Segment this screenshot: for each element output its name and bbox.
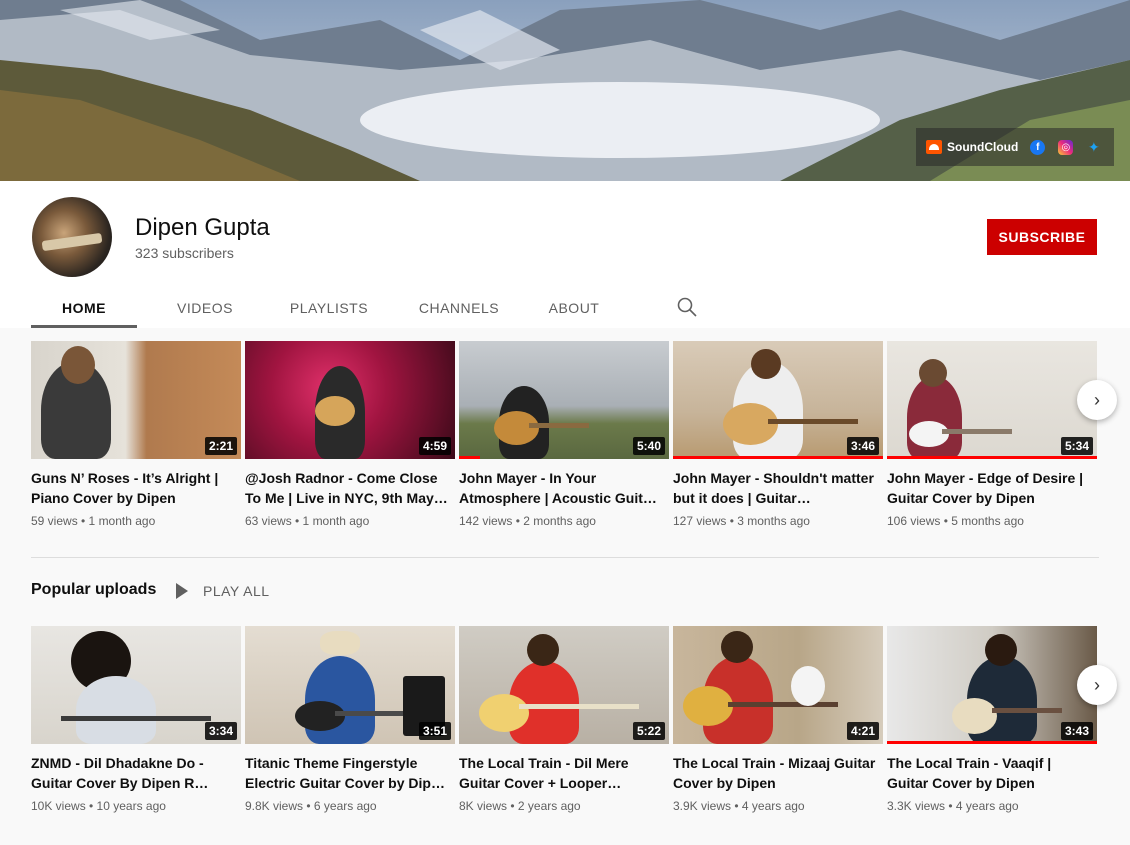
video-title[interactable]: The Local Train - Dil Mere Guitar Cover … — [459, 753, 669, 793]
play-icon — [176, 583, 188, 599]
tab-about[interactable]: ABOUT — [534, 287, 614, 328]
shelf-next-button[interactable]: › — [1077, 380, 1117, 420]
video-duration: 5:34 — [1060, 437, 1093, 455]
subscribe-button[interactable]: SUBSCRIBE — [987, 219, 1097, 255]
facebook-icon[interactable]: f — [1030, 139, 1046, 155]
chevron-right-icon: › — [1094, 674, 1100, 695]
video-meta: 142 views • 2 months ago — [459, 514, 596, 528]
subscriber-count: 323 subscribers — [135, 245, 234, 261]
play-all-button[interactable]: PLAY ALL — [176, 583, 270, 599]
video-title[interactable]: The Local Train - Vaaqif | Guitar Cover … — [887, 753, 1097, 793]
video-thumbnail[interactable]: 5:22 — [459, 626, 669, 744]
video-meta: 3.3K views • 4 years ago — [887, 799, 1019, 813]
video-meta: 8K views • 2 years ago — [459, 799, 581, 813]
video-duration: 3:51 — [418, 722, 451, 740]
chevron-right-icon: › — [1094, 389, 1100, 410]
video-meta: 127 views • 3 months ago — [673, 514, 810, 528]
tab-videos[interactable]: VIDEOS — [149, 287, 261, 328]
tab-home[interactable]: HOME — [31, 287, 137, 328]
video-meta: 63 views • 1 month ago — [245, 514, 370, 528]
video-duration: 5:40 — [632, 437, 665, 455]
video-thumbnail[interactable]: 3:34 — [31, 626, 241, 744]
uploads-shelf: 2:21 Guns N’ Roses - It’s Alright | Pian… — [31, 341, 1099, 528]
home-content: 2:21 Guns N’ Roses - It’s Alright | Pian… — [0, 328, 1130, 845]
video-duration: 3:34 — [204, 722, 237, 740]
watch-progress — [887, 456, 1097, 459]
video-card[interactable]: 5:34 John Mayer - Edge of Desire | Guita… — [887, 341, 1097, 528]
video-title[interactable]: John Mayer - In Your Atmosphere | Acoust… — [459, 468, 669, 508]
popular-uploads-shelf: 3:34 ZNMD - Dil Dhadakne Do - Guitar Cov… — [31, 626, 1099, 813]
tab-playlists[interactable]: PLAYLISTS — [278, 287, 380, 328]
video-meta: 59 views • 1 month ago — [31, 514, 156, 528]
video-meta: 3.9K views • 4 years ago — [673, 799, 805, 813]
video-thumbnail[interactable]: 4:21 — [673, 626, 883, 744]
video-duration: 2:21 — [204, 437, 237, 455]
watch-progress — [673, 456, 883, 459]
watch-progress — [459, 456, 480, 459]
video-thumbnail[interactable]: 3:51 — [245, 626, 455, 744]
channel-banner: SoundCloud f ◎ ✦ — [0, 0, 1130, 181]
play-all-label: PLAY ALL — [203, 583, 270, 599]
video-duration: 4:59 — [418, 437, 451, 455]
channel-name: Dipen Gupta — [135, 214, 270, 241]
tab-channels[interactable]: CHANNELS — [404, 287, 514, 328]
video-card[interactable]: 3:34 ZNMD - Dil Dhadakne Do - Guitar Cov… — [31, 626, 241, 813]
video-thumbnail[interactable]: 3:43 — [887, 626, 1097, 744]
video-card[interactable]: 4:21 The Local Train - Mizaaj Guitar Cov… — [673, 626, 883, 813]
soundcloud-icon[interactable] — [926, 140, 942, 154]
video-meta: 9.8K views • 6 years ago — [245, 799, 377, 813]
watch-progress — [887, 741, 1097, 744]
channel-tabs: HOME VIDEOS PLAYLISTS CHANNELS ABOUT — [31, 287, 614, 328]
banner-links: SoundCloud f ◎ ✦ — [916, 128, 1114, 166]
video-duration: 3:43 — [1060, 722, 1093, 740]
video-card[interactable]: 4:59 @Josh Radnor - Come Close To Me | L… — [245, 341, 455, 528]
instagram-icon[interactable]: ◎ — [1058, 139, 1074, 155]
search-icon[interactable] — [676, 296, 698, 318]
shelf-title: Popular uploads — [31, 581, 157, 598]
video-title[interactable]: John Mayer - Edge of Desire | Guitar Cov… — [887, 468, 1097, 508]
channel-header: Dipen Gupta 323 subscribers SUBSCRIBE HO… — [0, 181, 1130, 328]
video-title[interactable]: The Local Train - Mizaaj Guitar Cover by… — [673, 753, 883, 793]
video-card[interactable]: 2:21 Guns N’ Roses - It’s Alright | Pian… — [31, 341, 241, 528]
video-title[interactable]: ZNMD - Dil Dhadakne Do - Guitar Cover By… — [31, 753, 241, 793]
video-card[interactable]: 3:43 The Local Train - Vaaqif | Guitar C… — [887, 626, 1097, 813]
twitter-icon[interactable]: ✦ — [1086, 139, 1101, 155]
video-card[interactable]: 5:22 The Local Train - Dil Mere Guitar C… — [459, 626, 669, 813]
shelf-next-button[interactable]: › — [1077, 665, 1117, 705]
video-card[interactable]: 5:40 John Mayer - In Your Atmosphere | A… — [459, 341, 669, 528]
video-meta: 10K views • 10 years ago — [31, 799, 166, 813]
avatar[interactable] — [32, 197, 112, 277]
soundcloud-link[interactable]: SoundCloud — [947, 140, 1018, 154]
video-duration: 5:22 — [632, 722, 665, 740]
video-thumbnail[interactable]: 2:21 — [31, 341, 241, 459]
video-duration: 3:46 — [846, 437, 879, 455]
video-thumbnail[interactable]: 5:34 — [887, 341, 1097, 459]
shelf-divider — [31, 557, 1099, 558]
video-card[interactable]: 3:46 John Mayer - Shouldn't matter but i… — [673, 341, 883, 528]
video-thumbnail[interactable]: 5:40 — [459, 341, 669, 459]
video-card[interactable]: 3:51 Titanic Theme Fingerstyle Electric … — [245, 626, 455, 813]
video-title[interactable]: John Mayer - Shouldn't matter but it doe… — [673, 468, 883, 508]
video-title[interactable]: @Josh Radnor - Come Close To Me | Live i… — [245, 468, 455, 508]
video-thumbnail[interactable]: 4:59 — [245, 341, 455, 459]
video-title[interactable]: Titanic Theme Fingerstyle Electric Guita… — [245, 753, 455, 793]
video-duration: 4:21 — [846, 722, 879, 740]
video-thumbnail[interactable]: 3:46 — [673, 341, 883, 459]
video-title[interactable]: Guns N’ Roses - It’s Alright | Piano Cov… — [31, 468, 241, 508]
video-meta: 106 views • 5 months ago — [887, 514, 1024, 528]
